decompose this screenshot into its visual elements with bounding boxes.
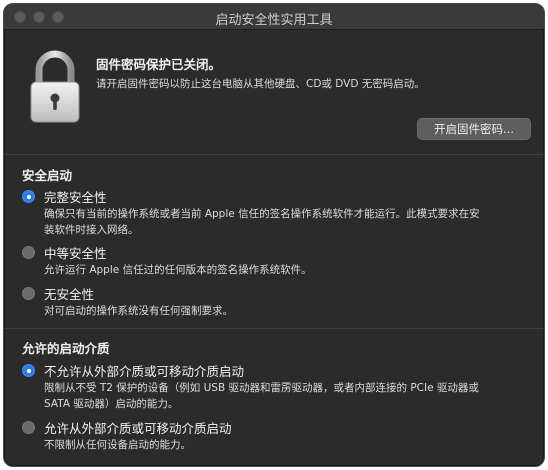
medium-security-radio[interactable] [22, 246, 35, 259]
title-bar: 启动安全性实用工具 [4, 4, 544, 30]
description-line: 确保只有当前的操作系统或者当前 Apple 信任的签名操作系统软件才能运行。此模… [44, 208, 480, 220]
allow-external-boot-radio[interactable] [22, 421, 35, 434]
no-security-label[interactable]: 无安全性 [44, 284, 94, 303]
allow-external-boot-description: 不限制从任何设备启动的能力。 [44, 437, 524, 453]
allow-external-boot-label[interactable]: 允许从外部介质或可移动介质启动 [44, 418, 232, 437]
disallow-external-boot-description: 限制从不受 T2 保护的设备（例如 USB 驱动器和雷雳驱动器，或者内部连接的 … [44, 380, 524, 412]
full-security-radio[interactable] [22, 190, 35, 203]
disallow-external-boot-label[interactable]: 不允许从外部介质或可移动介质启动 [44, 361, 244, 380]
startup-security-window: 启动安全性实用工具 固件密码保护已关闭。 请开启固件密码以防止这台电脑从其他硬盘… [3, 3, 545, 467]
separator [4, 328, 544, 329]
description-line: 不限制从任何设备启动的能力。 [44, 439, 191, 451]
description-line: 限制从不受 T2 保护的设备（例如 USB 驱动器和雷雳驱动器，或者内部连接的 … [44, 382, 479, 394]
turn-on-firmware-password-button[interactable]: 开启固件密码... [417, 118, 531, 140]
full-security-description: 确保只有当前的操作系统或者当前 Apple 信任的签名操作系统软件才能运行。此模… [44, 206, 524, 238]
padlock-icon [30, 50, 80, 123]
firmware-status-title: 固件密码保护已关闭。 [96, 57, 222, 72]
firmware-description: 请开启固件密码以防止这台电脑从其他硬盘、CD或 DVD 无密码启动。 [96, 78, 425, 90]
description-line: SATA 驱动器）启动的能力。 [44, 398, 179, 410]
description-line: 对可启动的操作系统没有任何强制要求。 [44, 305, 233, 317]
description-line: 允许运行 Apple 信任过的任何版本的签名操作系统软件。 [44, 264, 312, 276]
external-boot-title: 允许的启动介质 [22, 341, 110, 356]
medium-security-description: 允许运行 Apple 信任过的任何版本的签名操作系统软件。 [44, 262, 524, 278]
description-line: 装软件时接入网络。 [44, 224, 139, 236]
no-security-description: 对可启动的操作系统没有任何强制要求。 [44, 303, 524, 319]
full-security-label[interactable]: 完整安全性 [44, 187, 107, 206]
no-security-radio[interactable] [22, 287, 35, 300]
secure-boot-title: 安全启动 [22, 168, 73, 183]
disallow-external-boot-radio[interactable] [22, 364, 35, 377]
window-title: 启动安全性实用工具 [215, 13, 333, 28]
separator [4, 154, 544, 155]
medium-security-label[interactable]: 中等安全性 [44, 243, 107, 262]
